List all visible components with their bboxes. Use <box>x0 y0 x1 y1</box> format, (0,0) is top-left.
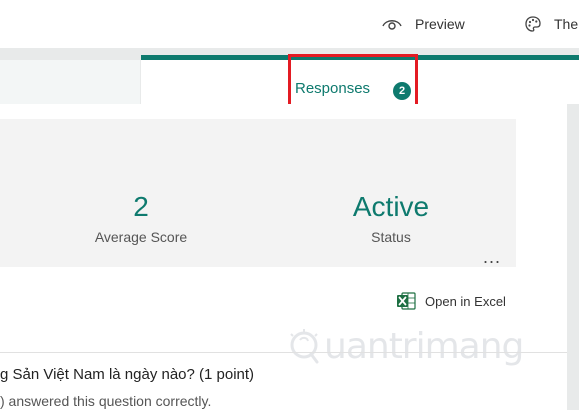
average-score-value: 2 <box>133 191 149 222</box>
open-in-excel-label: Open in Excel <box>425 293 506 309</box>
eye-icon <box>382 20 402 30</box>
preview-button[interactable]: Preview <box>381 12 465 36</box>
excel-icon <box>396 291 416 311</box>
summary-card: 2 Average Score Active Status ... <box>0 119 516 267</box>
more-options-button[interactable]: ... <box>483 248 501 266</box>
preview-label: Preview <box>415 16 465 32</box>
tab-questions[interactable] <box>0 60 140 104</box>
watermark-text: uantrimang <box>324 326 524 367</box>
open-in-excel-button[interactable]: Open in Excel <box>396 290 506 312</box>
divider <box>0 352 567 353</box>
palette-icon <box>525 16 541 32</box>
watermark: uantrimang <box>287 326 524 367</box>
status-label: Status <box>371 229 411 245</box>
theme-button[interactable]: The <box>524 12 578 36</box>
scrollbar[interactable] <box>567 104 579 410</box>
status-value: Active <box>352 191 430 222</box>
question-title: g Sản Việt Nam là ngày nào? (1 point) <box>0 366 255 383</box>
top-bar: Preview The <box>0 0 579 48</box>
responses-panel: 2 Average Score Active Status ... Open i… <box>0 104 567 410</box>
theme-label: The <box>554 16 579 32</box>
lightbulb-icon <box>290 328 319 363</box>
question-result: ) answered this question correctly. <box>0 393 212 409</box>
average-score-label: Average Score <box>94 229 188 245</box>
